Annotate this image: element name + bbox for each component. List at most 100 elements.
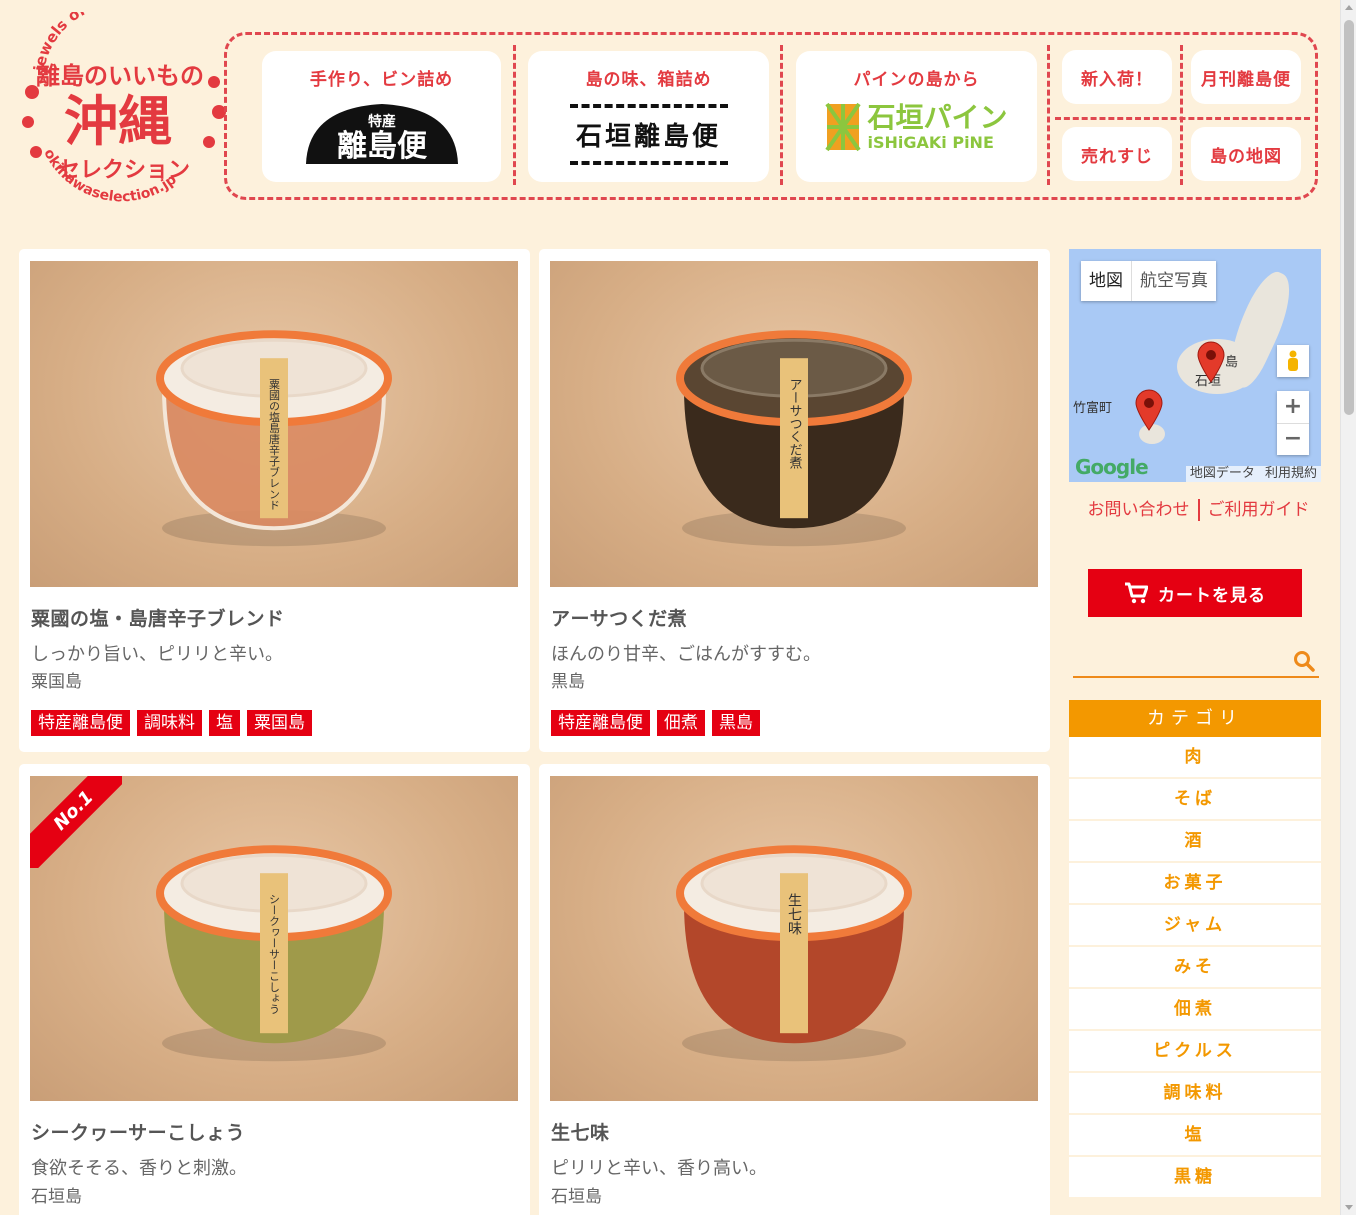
category-item[interactable]: 塩 [1069,1115,1321,1157]
product-description: ほんのり甘辛、ごはんがすすむ。 [551,644,821,665]
zoom-out-button[interactable]: − [1277,423,1309,455]
nav-card-ishigaki-pine[interactable]: パインの島から 石垣パイン iSHiGAKi PiNE [796,51,1037,182]
site-logo[interactable]: jewels of islands 離島のいいもの 沖縄 セレクション okin… [14,0,226,210]
map-type-aerial[interactable]: 航空写真 [1131,261,1216,301]
product-title[interactable]: シークヮーサーこしょう [31,1118,245,1145]
category-item[interactable]: みそ [1069,947,1321,989]
tag[interactable]: 調味料 [137,710,202,736]
logo-graphic: jewels of islands 離島のいいもの 沖縄 セレクション okin… [22,0,226,205]
jar-image: アーサつくだ煮 [676,330,912,547]
map-pin-icon[interactable] [1135,389,1163,431]
nav-island-map[interactable]: 島の地図 [1191,127,1301,181]
jar-image: シークヮーサーこしょう [156,844,392,1061]
category-heading: カテゴリ [1069,700,1321,737]
product-island: 黒島 [551,672,585,692]
map-credit: 地図データ 利用規約 [1185,466,1321,482]
nav-monthly[interactable]: 月刊離島便 [1191,50,1301,104]
svg-text:生七味: 生七味 [786,893,802,935]
view-cart-label: カートを見る [1158,585,1266,606]
map-data-link[interactable]: 地図データ [1190,466,1255,481]
tag-list: 特産離島便 佃煮 黒島 [551,710,760,736]
scroll-up-icon[interactable] [1345,5,1353,10]
nav-card-ishigaki-ritoubin[interactable]: 島の味、箱詰め 石垣離島便 [528,51,769,182]
sidebar-links: お問い合わせ ご利用ガイド [1076,498,1321,522]
category-item[interactable]: 肉 [1069,737,1321,779]
cart-icon [1125,582,1148,604]
tag[interactable]: 特産離島便 [31,710,130,736]
product-photo[interactable]: 粟國の塩島唐辛子ブレンド [30,261,518,587]
category-item[interactable]: お菓子 [1069,863,1321,905]
zoom-control: + − [1277,391,1309,455]
guide-link[interactable]: ご利用ガイド [1208,500,1310,520]
map-pin-icon[interactable] [1197,341,1225,383]
svg-text:離島便: 離島便 [337,129,428,164]
map-terms-link[interactable]: 利用規約 [1265,466,1317,481]
tag[interactable]: 黒島 [712,710,760,736]
svg-text:特産: 特産 [368,113,396,130]
product-island: 石垣島 [31,1187,82,1207]
category-list: 肉 そば 酒 お菓子 ジャム みそ 佃煮 ピクルス 調味料 塩 黒糖 [1069,737,1321,1199]
category-item[interactable]: 調味料 [1069,1073,1321,1115]
logo-main: 沖縄 [64,90,172,153]
tag[interactable]: 塩 [209,710,240,736]
category-item[interactable]: そば [1069,779,1321,821]
pine-logo-sub: iSHiGAKi PiNE [867,132,994,152]
category-item[interactable]: 黒糖 [1069,1157,1321,1199]
nav-divider [780,45,783,185]
svg-text:シークヮーサーこしょう: シークヮーサーこしょう [268,893,281,1014]
product-card[interactable]: 生七味 生七味 ピリリと辛い、香り高い。 石垣島 [539,764,1050,1215]
ranking-ribbon: No.1 [30,776,122,868]
island-map[interactable]: 地図 航空写真 竹富町 石垣 島 + − Google 地図データ 利用規約 [1069,249,1321,482]
tag[interactable]: 佃煮 [657,710,705,736]
jar-image: 生七味 [676,844,912,1061]
product-photo[interactable]: 生七味 [550,776,1038,1101]
product-card[interactable]: 粟國の塩島唐辛子ブレンド 粟國の塩・島唐辛子ブレンド しっかり旨い、ピリリと辛い… [19,249,530,752]
search-icon[interactable] [1293,650,1315,672]
nav-card-caption: 島の味、箱詰め [585,70,712,90]
map-type-toggle: 地図 航空写真 [1081,261,1216,301]
svg-text:アーサつくだ煮: アーサつくだ煮 [787,378,803,470]
product-title[interactable]: アーサつくだ煮 [551,604,687,631]
nav-divider [513,45,516,185]
product-description: 食欲そそる、香りと刺激。 [31,1158,247,1179]
product-photo[interactable]: アーサつくだ煮 [550,261,1038,587]
contact-link[interactable]: お問い合わせ [1088,500,1190,520]
logo-line1: 離島のいいもの [36,62,204,90]
scrollbar-thumb[interactable] [1344,20,1354,415]
nav-divider [1047,45,1050,185]
product-island: 石垣島 [551,1187,602,1207]
map-place-label: 島 [1225,355,1239,370]
category-item[interactable]: ピクルス [1069,1031,1321,1073]
search-input[interactable] [1073,642,1283,674]
scroll-down-icon[interactable] [1345,1205,1353,1210]
map-place-label: 竹富町 [1073,401,1113,416]
category-item[interactable]: ジャム [1069,905,1321,947]
nav-best-sellers[interactable]: 売れすじ [1062,127,1172,181]
tag-list: 特産離島便 調味料 塩 粟国島 [31,710,312,736]
product-card[interactable]: アーサつくだ煮 アーサつくだ煮 ほんのり甘辛、ごはんがすすむ。 黒島 特産離島便… [539,249,1050,752]
nav-card-caption: 手作り、ビン詰め [309,70,454,90]
product-title[interactable]: 粟國の塩・島唐辛子ブレンド [31,604,285,631]
google-logo: Google [1075,455,1149,479]
jar-image: 粟國の塩島唐辛子ブレンド [156,330,392,547]
zoom-in-button[interactable]: + [1277,391,1309,423]
vertical-scrollbar[interactable] [1340,0,1356,1215]
product-title[interactable]: 生七味 [551,1118,610,1145]
nav-new-arrivals[interactable]: 新入荷！ [1062,50,1172,104]
nav-card-ritoubin[interactable]: 手作り、ビン詰め 特産 離島便 [262,51,501,182]
pine-icon [825,102,862,152]
product-description: しっかり旨い、ピリリと辛い。 [31,644,283,665]
svg-text:粟國の塩島唐辛子ブレンド: 粟國の塩島唐辛子ブレンド [268,378,281,510]
tag[interactable]: 粟国島 [247,710,312,736]
product-card[interactable]: シークヮーサーこしょう No.1 シークヮーサーこしょう 食欲そそる、香りと刺激… [19,764,530,1215]
search-box [1073,642,1319,678]
category-item[interactable]: 酒 [1069,821,1321,863]
map-type-map[interactable]: 地図 [1081,261,1131,301]
link-separator [1197,499,1200,521]
view-cart-button[interactable]: カートを見る [1088,569,1302,617]
nav-divider [1055,117,1310,120]
category-item[interactable]: 佃煮 [1069,989,1321,1031]
product-photo[interactable]: シークヮーサーこしょう No.1 [30,776,518,1101]
street-view-icon[interactable] [1277,345,1309,377]
tag[interactable]: 特産離島便 [551,710,650,736]
